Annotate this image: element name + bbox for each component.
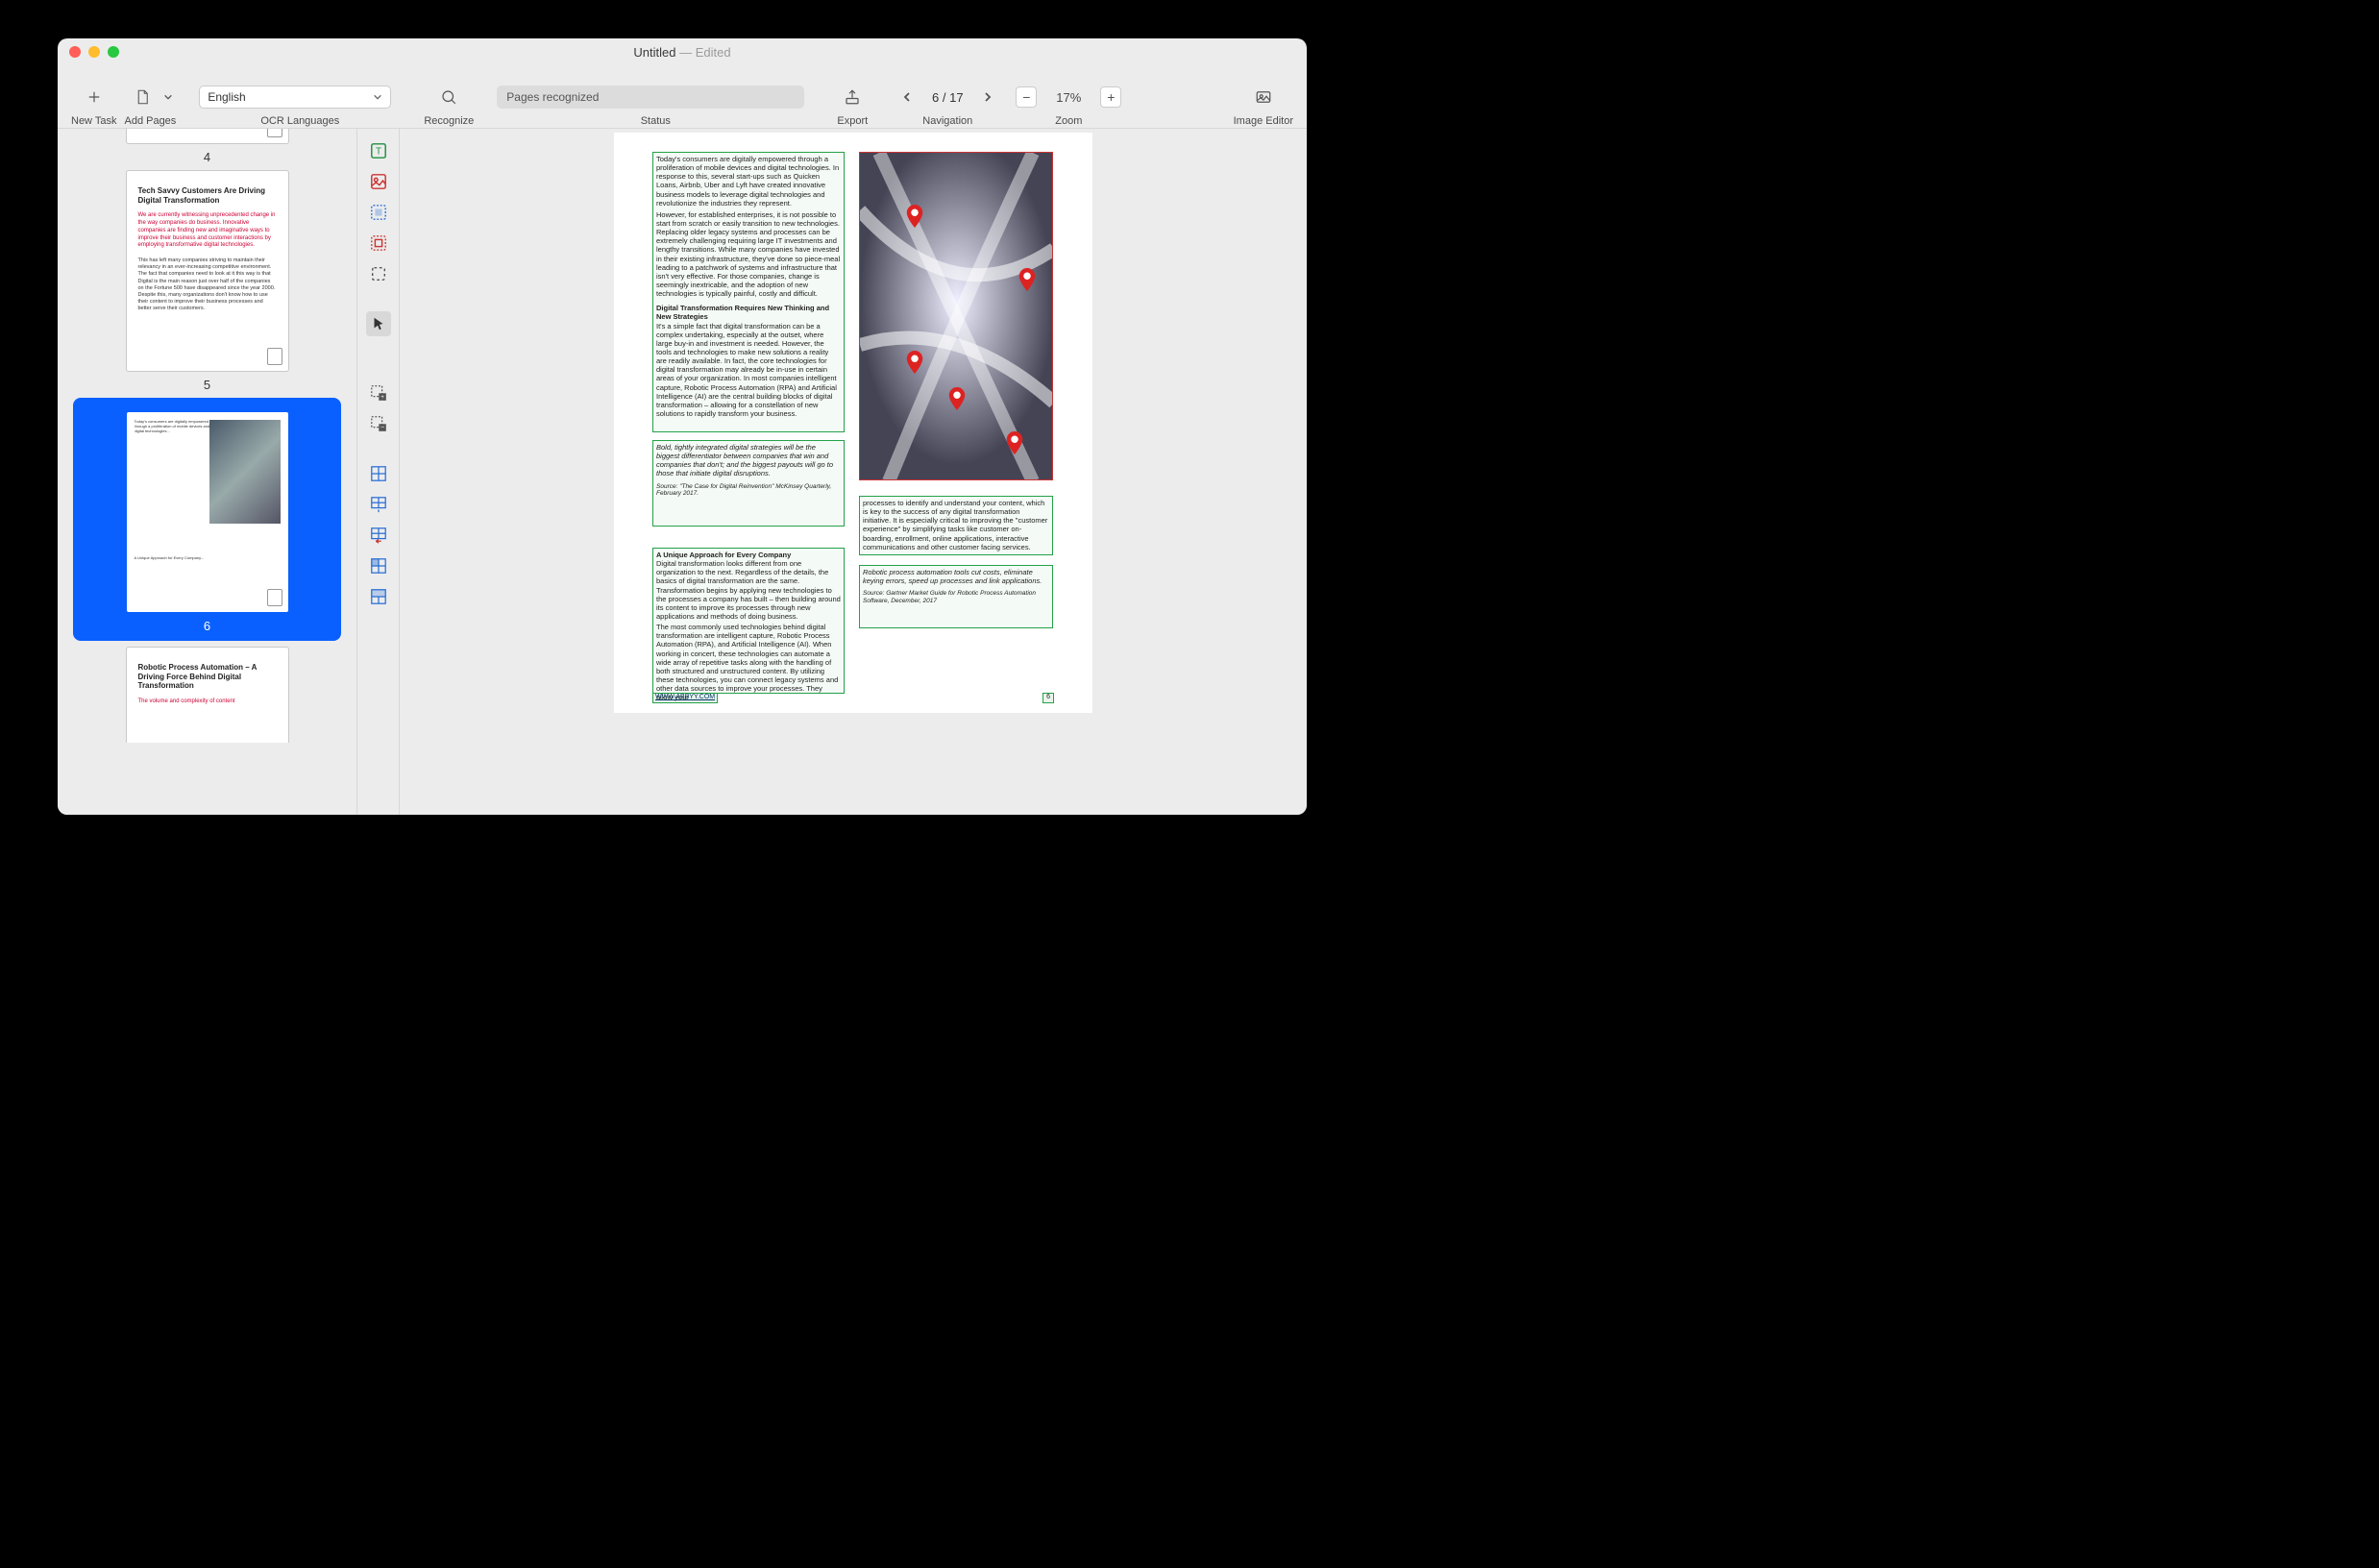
picture-area[interactable] <box>859 152 1053 480</box>
zoom-value: 17% <box>1042 90 1094 105</box>
thumb-text: We are currently witnessing unprecedente… <box>127 208 288 254</box>
thumb-heading: Tech Savvy Customers Are Driving Digital… <box>127 171 288 208</box>
doc-paragraph: Today's consumers are digitally empowere… <box>656 155 841 208</box>
doc-quote-source: Source: Gartner Market Guide for Robotic… <box>863 590 1049 605</box>
background-picture-tool[interactable] <box>366 200 391 225</box>
image-editor-label: Image Editor <box>1234 115 1293 127</box>
thumbnail-page-7[interactable]: Robotic Process Automation – A Driving F… <box>58 647 356 743</box>
thumb-text: The volume and complexity of content <box>127 695 288 710</box>
add-area-part-tool[interactable]: + <box>366 380 391 405</box>
thumb-number: 6 <box>204 619 210 633</box>
add-table-divider-tool[interactable] <box>366 492 391 517</box>
text-area-tool[interactable]: T <box>366 138 391 163</box>
nav-next-button[interactable] <box>977 85 998 110</box>
export-label: Export <box>837 115 868 127</box>
recognition-area-tool[interactable] <box>366 261 391 286</box>
zoom-in-button[interactable]: + <box>1100 86 1121 108</box>
nav-prev-button[interactable] <box>896 85 918 110</box>
window-title: Untitled — Edited <box>633 45 730 60</box>
page-indicator: 6 / 17 <box>923 90 971 105</box>
image-editor-button[interactable] <box>1248 85 1279 110</box>
svg-text:+: + <box>380 394 384 401</box>
traffic-lights <box>69 46 119 58</box>
delete-table-divider-tool[interactable] <box>366 523 391 548</box>
recognize-button[interactable] <box>433 85 464 110</box>
pointer-tool[interactable] <box>366 311 391 336</box>
chevron-down-icon[interactable] <box>163 92 173 102</box>
select-table-cells-tool[interactable] <box>366 553 391 578</box>
new-task-label: New Task <box>71 115 116 127</box>
doc-quote: Bold, tightly integrated digital strateg… <box>656 443 841 478</box>
status-display: Pages recognized <box>497 86 804 109</box>
recognize-label: Recognize <box>424 115 474 127</box>
picture-area-tool[interactable] <box>366 169 391 194</box>
zoom-out-button[interactable]: − <box>1016 86 1037 108</box>
export-button[interactable] <box>837 85 868 110</box>
toolbar: New Task Add Pages English OCR Languages <box>58 65 1307 129</box>
title-bar: Untitled — Edited <box>58 38 1307 65</box>
thumb-number: 4 <box>204 150 210 164</box>
area-tools-panel: T + − <box>357 129 400 815</box>
thumbnail-page-4[interactable]: 4 <box>58 129 356 164</box>
status-text: Pages recognized <box>506 90 599 104</box>
thumbnail-page-5[interactable]: Tech Savvy Customers Are Driving Digital… <box>58 170 356 392</box>
cut-area-part-tool[interactable]: − <box>366 411 391 436</box>
thumb-heading: Robotic Process Automation – A Driving F… <box>127 648 288 695</box>
page-corner-icon <box>267 348 282 365</box>
thumb-text: This has left many companies striving to… <box>127 254 288 316</box>
chevron-down-icon <box>373 92 382 102</box>
language-select[interactable]: English <box>199 86 391 109</box>
svg-text:−: − <box>380 422 383 430</box>
add-pages-label: Add Pages <box>124 115 176 127</box>
add-pages-button[interactable] <box>127 85 158 110</box>
doc-quote: Robotic process automation tools cut cos… <box>863 568 1049 585</box>
ocr-languages-label: OCR Languages <box>260 115 339 127</box>
navigation-label: Navigation <box>922 115 972 127</box>
doc-heading: Digital Transformation Requires New Thin… <box>656 304 841 321</box>
doc-paragraph: Digital transformation looks different f… <box>656 559 841 621</box>
thumbnail-panel[interactable]: 4 Tech Savvy Customers Are Driving Digit… <box>58 129 357 815</box>
doc-paragraph: However, for established enterprises, it… <box>656 210 841 298</box>
status-label: Status <box>641 115 671 127</box>
page-corner-icon <box>267 589 282 606</box>
fullscreen-window-button[interactable] <box>108 46 119 58</box>
doc-paragraph: It's a simple fact that digital transfor… <box>656 322 841 419</box>
page-canvas[interactable]: Today's consumers are digitally empowere… <box>400 129 1307 815</box>
doc-heading: A Unique Approach for Every Company <box>656 551 841 559</box>
page-view[interactable]: Today's consumers are digitally empowere… <box>614 133 1092 713</box>
zoom-label: Zoom <box>1055 115 1082 127</box>
thumb-number: 5 <box>204 378 210 392</box>
table-area-tool[interactable] <box>366 461 391 486</box>
minimize-window-button[interactable] <box>88 46 100 58</box>
barcode-area-tool[interactable] <box>366 231 391 256</box>
new-task-button[interactable] <box>79 85 110 110</box>
close-window-button[interactable] <box>69 46 81 58</box>
thumbnail-page-6[interactable]: Today's consumers are digitally empowere… <box>73 398 341 641</box>
merge-table-cells-tool[interactable] <box>366 584 391 609</box>
doc-footer-pagenum: 6 <box>1042 693 1054 703</box>
svg-text:T: T <box>375 147 380 158</box>
doc-paragraph: The most commonly used technologies behi… <box>656 623 841 701</box>
app-window: Untitled — Edited New Task Add Pages <box>58 38 1307 815</box>
doc-paragraph: processes to identify and understand you… <box>863 499 1049 551</box>
language-value: English <box>208 90 245 104</box>
doc-quote-source: Source: "The Case for Digital Reinventio… <box>656 483 841 499</box>
doc-footer-url: WWW.ABBYY.COM <box>652 693 718 703</box>
